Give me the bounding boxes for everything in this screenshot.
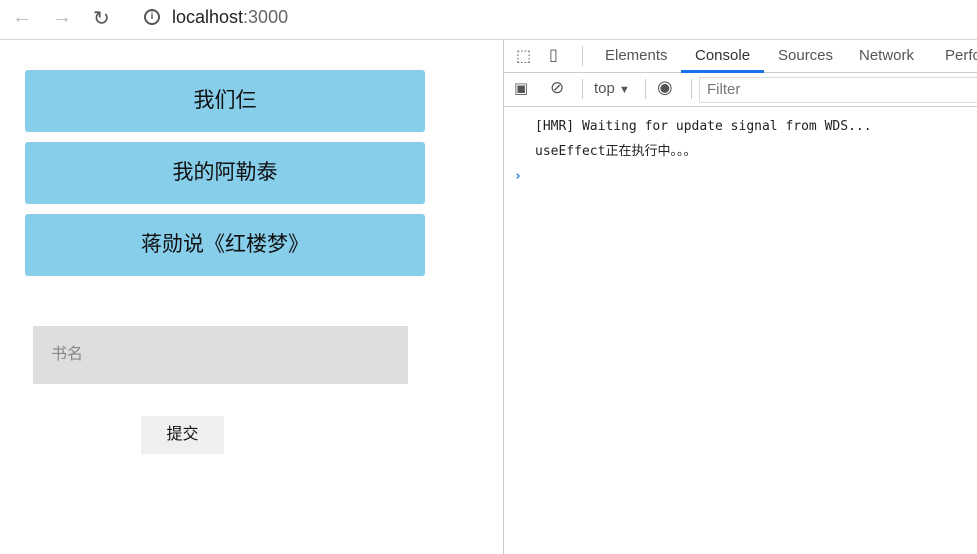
device-toggle-icon[interactable]: ▯ [549,45,558,65]
console-message: useEffect正在执行中。。。 [535,144,697,159]
divider [645,79,646,99]
context-select[interactable]: top ▼ [594,80,630,97]
book-item[interactable]: 蒋勋说《红楼梦》 [25,214,425,276]
book-item[interactable]: 我们仨 [25,70,425,132]
divider [582,46,583,66]
tab-network[interactable]: Network [859,47,914,64]
tab-performance[interactable]: Perfo [945,47,977,64]
page-content: 我们仨 我的阿勒泰 蒋勋说《红楼梦》 书名 提交 [0,40,503,554]
dropdown-arrow-icon: ▼ [619,84,630,96]
browser-toolbar: ← → ↻ i localhost:3000 [0,0,977,40]
console-prompt-icon[interactable]: › [504,164,977,189]
forward-icon[interactable]: → [52,6,72,29]
address-bar[interactable]: localhost:3000 [172,7,288,28]
tab-elements[interactable]: Elements [605,47,668,64]
context-value: top [594,80,615,97]
devtools-tabs: ⬚ ▯ Elements Console Sources Network Per… [504,40,977,73]
devtools-panel: ⬚ ▯ Elements Console Sources Network Per… [503,40,977,554]
divider [582,79,583,99]
back-icon[interactable]: ← [12,6,32,29]
book-name-input[interactable]: 书名 [33,326,408,384]
submit-button[interactable]: 提交 [141,416,224,454]
reload-icon[interactable]: ↻ [93,6,110,31]
console-toolbar: ▣ ⊘ top ▼ ◉ Filter [504,73,977,107]
console-message: [HMR] Waiting for update signal from WDS… [535,119,872,134]
inspect-icon[interactable]: ⬚ [516,46,531,66]
url-host: localhost [172,7,244,27]
divider [691,79,692,99]
clear-console-icon[interactable]: ⊘ [550,78,564,98]
info-icon[interactable]: i [144,9,160,25]
sidebar-toggle-icon[interactable]: ▣ [514,79,528,97]
filter-input[interactable]: Filter [699,77,977,103]
url-port: :3000 [243,7,289,27]
eye-icon[interactable]: ◉ [657,77,673,98]
console-output: [HMR] Waiting for update signal from WDS… [504,107,977,189]
tab-console[interactable]: Console [695,47,750,64]
tab-sources[interactable]: Sources [778,47,833,64]
book-item[interactable]: 我的阿勒泰 [25,142,425,204]
